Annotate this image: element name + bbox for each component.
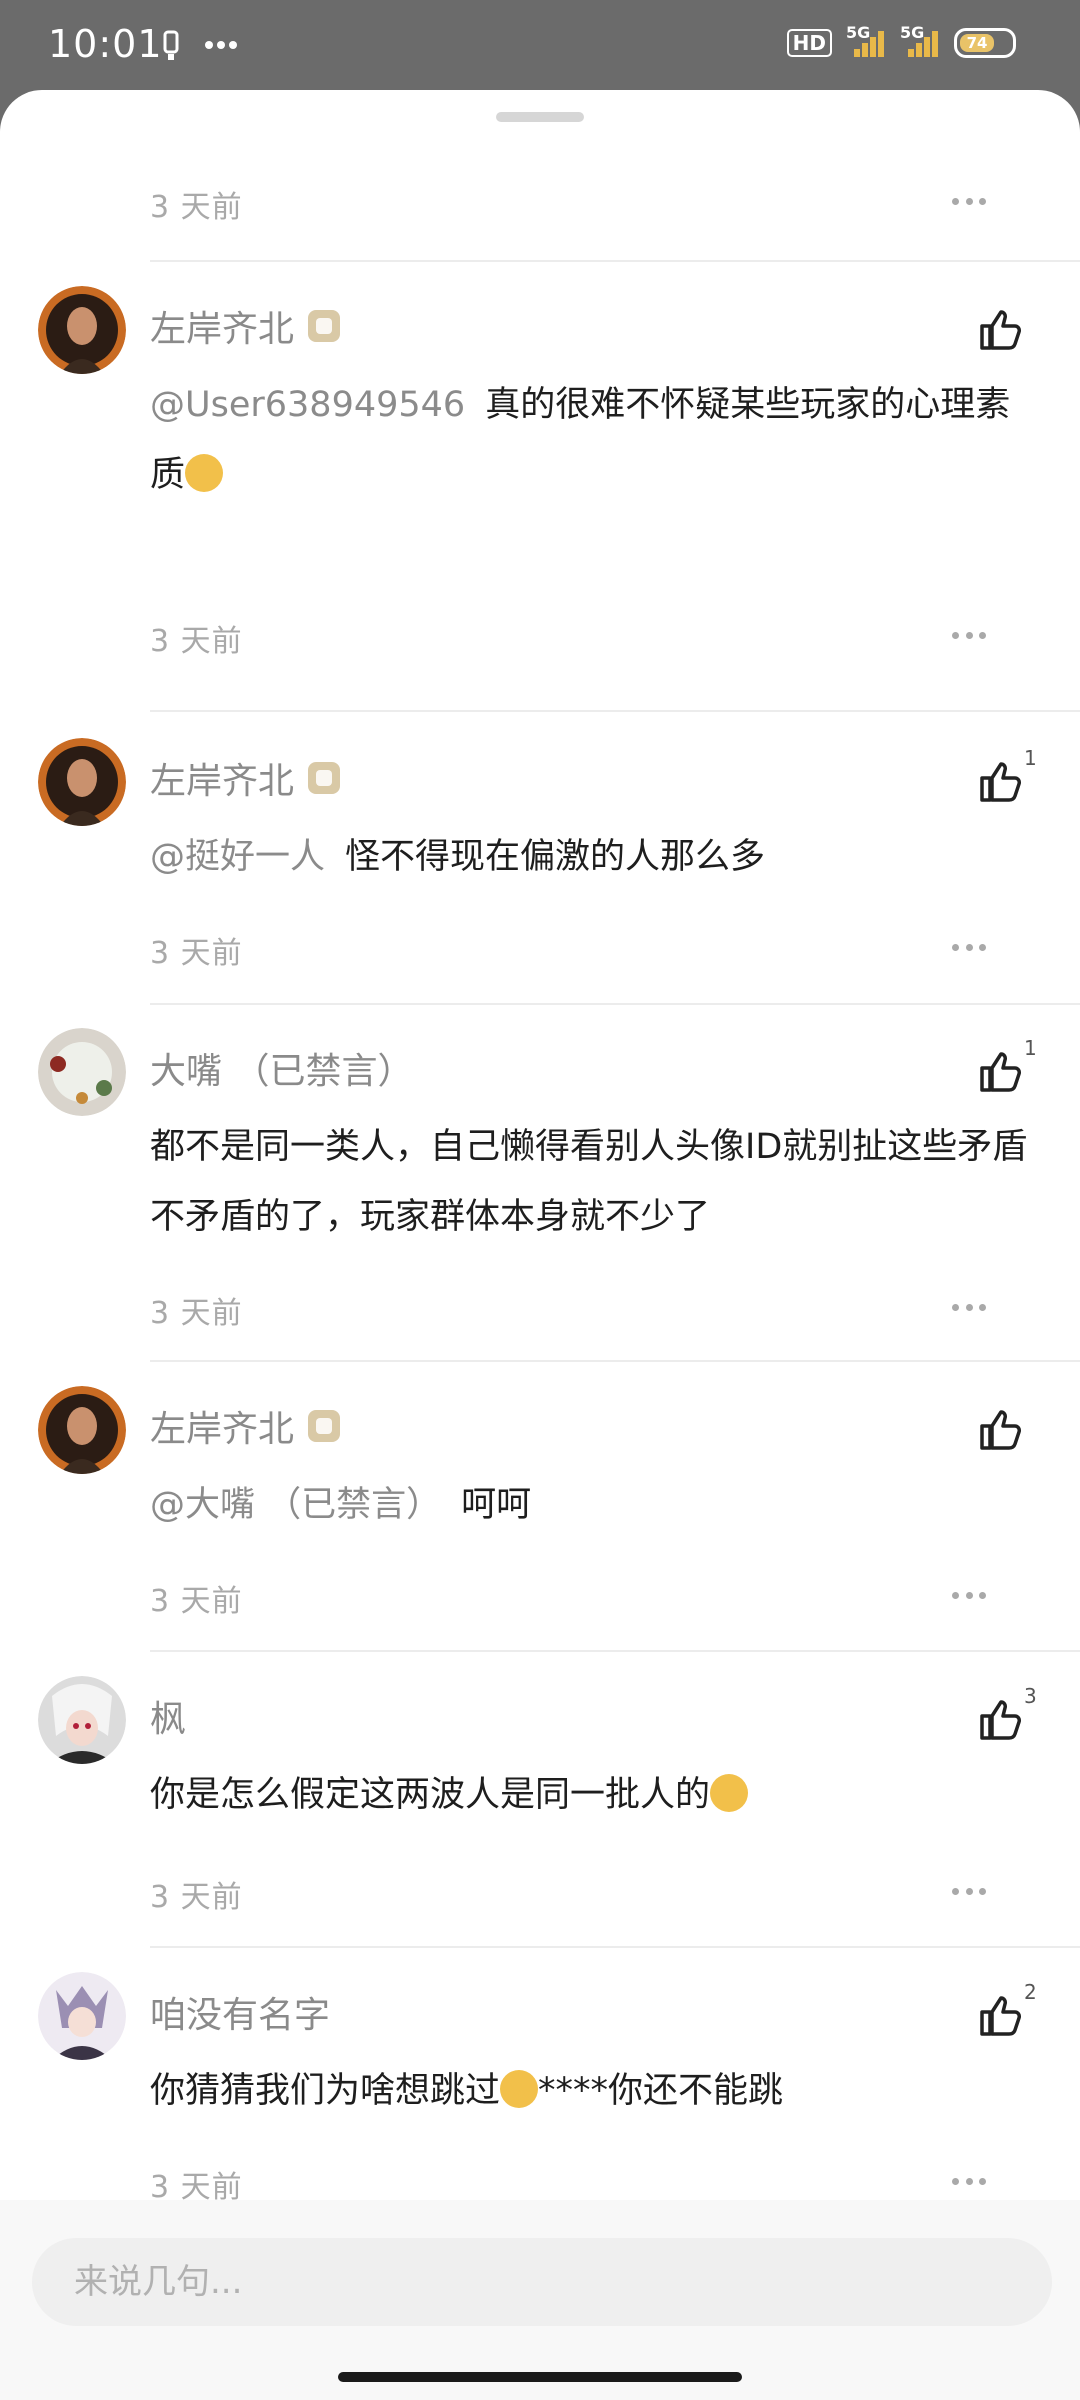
comment-time: 3 天前 [150, 1296, 243, 1331]
comment-text: @大嘴 （已禁言） 呵呵 [150, 1485, 532, 1525]
name-row: 大嘴 （已禁言） [150, 1042, 413, 1094]
more-options-icon[interactable] [952, 1592, 986, 1599]
clock: 10:01 [48, 22, 163, 66]
thumbs-up-icon[interactable] [976, 1406, 1024, 1454]
like-count: 1 [1024, 746, 1037, 770]
more-options-icon[interactable] [952, 198, 986, 205]
laugh-emoji-icon [710, 1774, 749, 1812]
divider [150, 1003, 1080, 1005]
comment-text: 你猜猜我们为啥想跳过 ****你还不能跳 [150, 2070, 784, 2111]
comment-text: 你是怎么假定这两波人是同一批人的 [150, 1760, 1030, 1830]
name-row: 左岸齐北 [150, 300, 341, 352]
drag-handle[interactable] [496, 112, 584, 122]
notification-icon [163, 30, 179, 60]
more-options-icon[interactable] [952, 632, 986, 639]
username[interactable]: 左岸齐北 [150, 752, 294, 804]
avatar[interactable] [38, 738, 126, 826]
comment-text: @挺好一人 怪不得现在偏激的人那么多 [150, 837, 766, 877]
comment-time: 3 天前 [150, 190, 243, 225]
username[interactable]: 咱没有名字 [150, 1986, 330, 2038]
divider [150, 1946, 1080, 1948]
thumbs-up-icon[interactable] [976, 1696, 1024, 1744]
divider [150, 1650, 1080, 1652]
verified-badge-icon [308, 1410, 341, 1442]
comment-meta: 3 天前 [150, 2162, 1030, 2205]
grin-emoji-icon [185, 454, 224, 492]
status-right-icons: HD 5G 5G 74 [786, 23, 1016, 58]
thumbs-up-icon[interactable] [976, 758, 1024, 806]
thumbs-up-icon[interactable] [976, 306, 1024, 354]
signal-icon-1: 5G [846, 23, 886, 57]
comment-text: 都不是同一类人，自己懒得看别人头像ID就别扯这些矛盾不矛盾的了，玩家群体本身就不… [150, 1127, 1028, 1237]
divider [150, 1360, 1080, 1362]
avatar[interactable] [38, 286, 126, 374]
smirk-emoji-icon [500, 2070, 539, 2108]
comment-meta: 3 天前 [150, 928, 1030, 971]
username[interactable]: 左岸齐北 [150, 1400, 294, 1452]
username[interactable]: 枫 [150, 1690, 186, 1742]
more-options-icon[interactable] [952, 1304, 986, 1311]
like-count: 2 [1024, 1980, 1037, 2004]
mention-link[interactable]: @挺好一人 [150, 837, 325, 877]
avatar[interactable] [38, 1972, 126, 2060]
like-count: 1 [1024, 1036, 1037, 1060]
status-left-icons [160, 28, 238, 62]
comment-time: 3 天前 [150, 1880, 243, 1915]
like-count: 3 [1024, 1684, 1037, 1708]
mention-link[interactable]: @User638949546 [150, 385, 465, 425]
comment-meta: 3 天前 [150, 616, 1030, 659]
name-row: 咱没有名字 [150, 1986, 330, 2038]
thumbs-up-icon[interactable] [976, 1048, 1024, 1096]
name-row: 左岸齐北 [150, 752, 341, 804]
signal-icon-2: 5G [900, 23, 940, 57]
comment-time: 3 天前 [150, 624, 243, 659]
home-indicator[interactable] [338, 2372, 742, 2382]
verified-badge-icon [308, 310, 341, 342]
comment-time: 3 天前 [150, 936, 243, 971]
comment-meta-previous: 3 天前 [150, 182, 1030, 225]
avatar[interactable] [38, 1676, 126, 1764]
name-row: 枫 [150, 1690, 186, 1742]
comment-input[interactable]: 来说几句... [32, 2238, 1052, 2326]
username[interactable]: 大嘴 （已禁言） [150, 1042, 413, 1094]
comments-sheet: 3 天前 左岸齐北 @User638949546 真的很难不怀疑某些玩家的心理素质… [0, 90, 1080, 2400]
hd-voice-icon: HD [786, 29, 832, 57]
avatar[interactable] [38, 1028, 126, 1116]
avatar[interactable] [38, 1386, 126, 1474]
username[interactable]: 左岸齐北 [150, 300, 294, 352]
comment-meta: 3 天前 [150, 1288, 1030, 1331]
divider [150, 710, 1080, 712]
more-status-icon [205, 41, 237, 49]
comment-meta: 3 天前 [150, 1872, 1030, 1915]
verified-badge-icon [308, 762, 341, 794]
thumbs-up-icon[interactable] [976, 1992, 1024, 2040]
comment-input-bar: 来说几句... [0, 2200, 1080, 2400]
more-options-icon[interactable] [952, 2178, 986, 2185]
status-bar: 10:01 HD 5G 5G 74 [0, 0, 1080, 96]
name-row: 左岸齐北 [150, 1400, 341, 1452]
comment-meta: 3 天前 [150, 1576, 1030, 1619]
divider [150, 260, 1080, 262]
more-options-icon[interactable] [952, 944, 986, 951]
comment-time: 3 天前 [150, 1584, 243, 1619]
comment-text: @User638949546 真的很难不怀疑某些玩家的心理素质 [150, 385, 1011, 495]
battery-icon: 74 [954, 28, 1016, 58]
mention-link[interactable]: @大嘴 （已禁言） [150, 1485, 441, 1525]
more-options-icon[interactable] [952, 1888, 986, 1895]
